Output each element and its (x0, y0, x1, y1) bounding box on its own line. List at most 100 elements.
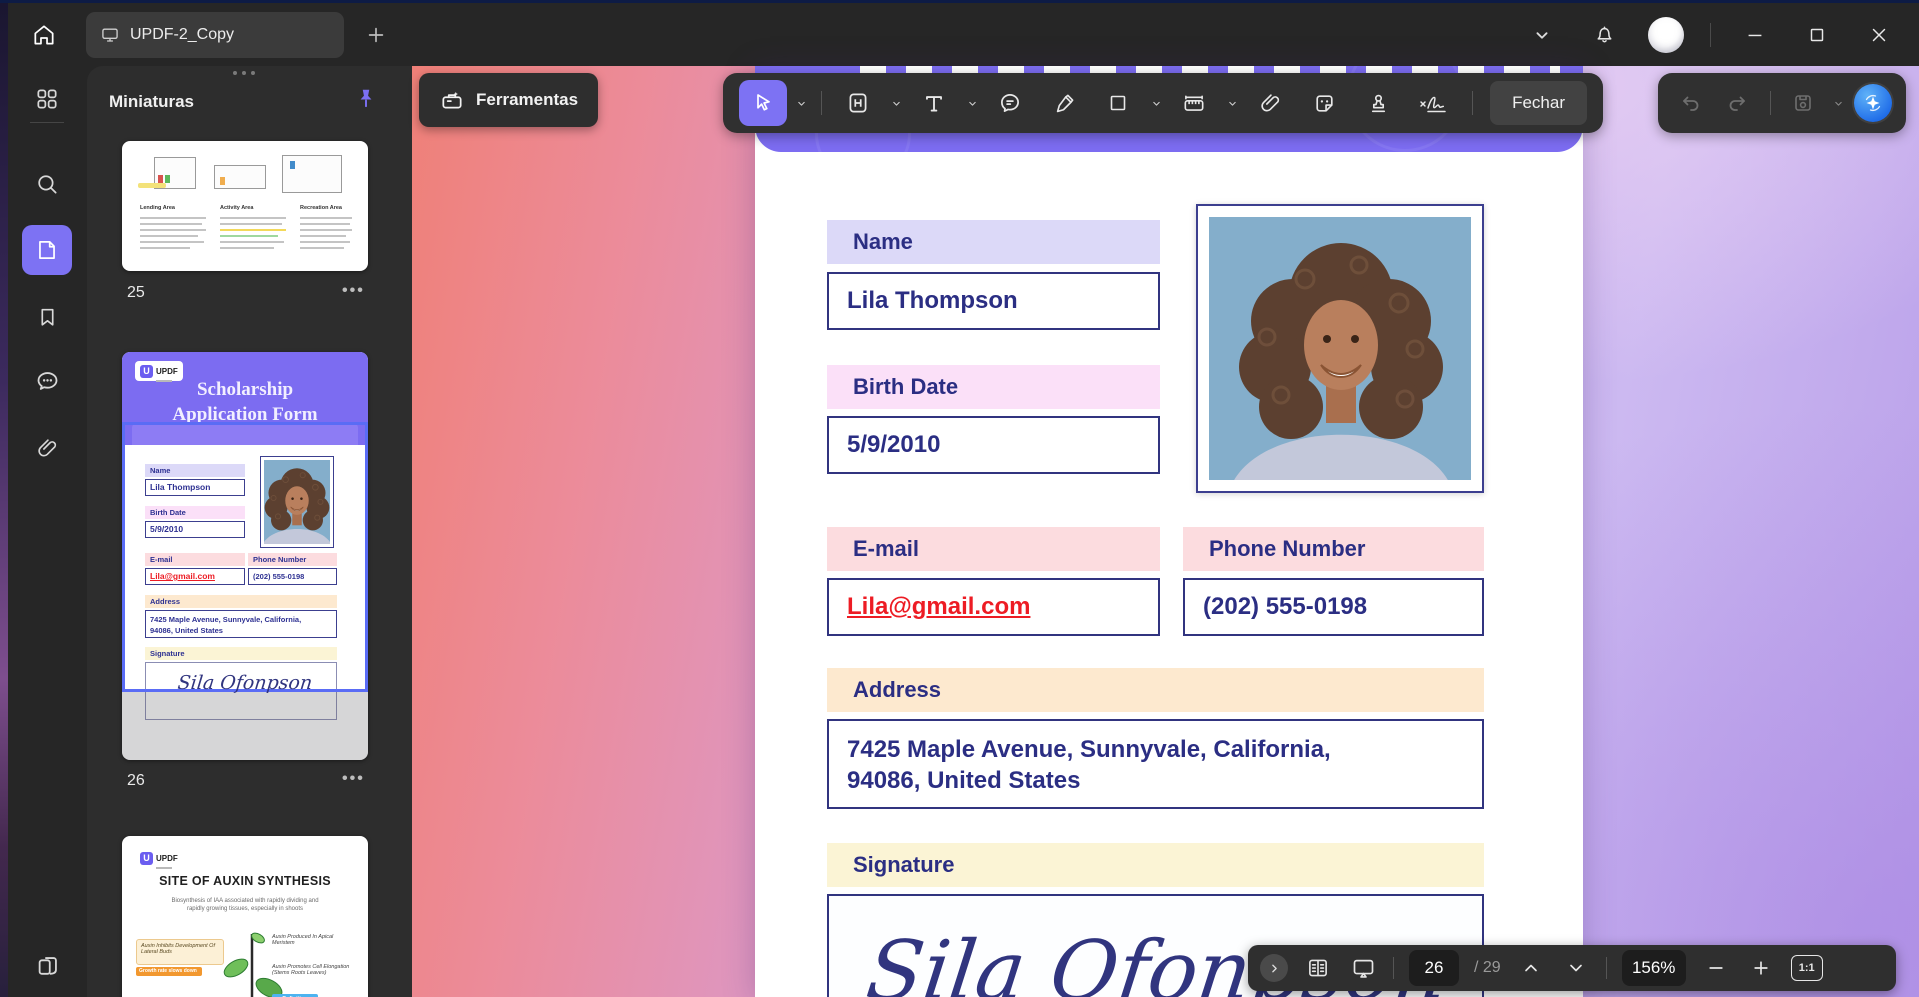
pen-tool-button[interactable] (1040, 80, 1088, 126)
thumb27-subtitle2: rapidly growing tissues, especially in s… (186, 906, 304, 912)
comments-button[interactable] (22, 356, 72, 406)
select-tool-button[interactable] (739, 80, 787, 126)
grid-icon (34, 86, 60, 112)
ai-sparkle-icon (1861, 91, 1885, 115)
signature-field-label: Signature (827, 843, 1484, 887)
birthdate-field-value[interactable]: 5/9/2010 (827, 416, 1160, 474)
user-avatar[interactable] (1648, 16, 1684, 53)
toolbox-icon (439, 87, 465, 113)
bell-icon (1593, 23, 1616, 46)
address-field-value[interactable]: 7425 Maple Avenue, Sunnyvale, California… (827, 719, 1484, 809)
thumb27-right-note2: Auxin Promotes Cell Elongation (Stems Ro… (272, 964, 350, 976)
attachment-tool-button[interactable] (1246, 80, 1294, 126)
pin-panel-button[interactable] (349, 82, 383, 116)
stamp-tool-button[interactable] (1354, 80, 1402, 126)
bookmarks-button[interactable] (22, 292, 72, 342)
thumb25-col2-header: Activity Area (220, 205, 254, 211)
redo-button[interactable] (1718, 84, 1756, 122)
actual-size-button[interactable]: 1:1 (1790, 955, 1823, 981)
panel-drag-handle[interactable] (233, 71, 255, 75)
sticker-icon (1312, 91, 1337, 116)
page-25-menu-button[interactable]: ••• (342, 282, 365, 300)
close-button[interactable] (1861, 17, 1897, 53)
updf-logo: U UPDF (135, 848, 183, 869)
home-icon (31, 22, 57, 48)
sticker-tool-button[interactable] (1300, 80, 1348, 126)
plus-icon (1751, 958, 1771, 978)
save-icon (1791, 91, 1815, 115)
thumb26-viewport-rectangle[interactable] (122, 422, 368, 692)
comment-tool-button[interactable] (986, 80, 1034, 126)
collapse-toolbar-button[interactable] (1524, 17, 1560, 53)
minimize-button[interactable] (1737, 17, 1773, 53)
email-field-value[interactable]: Lila@gmail.com (827, 578, 1160, 636)
thumb27-orange-note: Auxin Inhibits Development Of Lateral Bu… (136, 939, 224, 965)
chevron-down-icon (1531, 24, 1553, 46)
highlight-icon (845, 90, 871, 116)
select-tool-dropdown[interactable] (793, 80, 809, 126)
name-field-label: Name (827, 220, 1160, 264)
history-save-toolbar (1658, 73, 1906, 133)
left-sidebar (8, 66, 87, 997)
thumb25-col1-header: Lending Area (140, 205, 175, 211)
previous-page-button[interactable] (1516, 953, 1546, 983)
page-tools-button[interactable] (22, 941, 72, 991)
rectangle-icon (1106, 91, 1130, 115)
highlight-tool-dropdown[interactable] (888, 80, 904, 126)
thumbnails-panel: Miniaturas Lending Area Activity Area Re… (87, 66, 412, 997)
notifications-button[interactable] (1586, 17, 1622, 53)
zoom-out-button[interactable] (1701, 953, 1731, 983)
text-tool-dropdown[interactable] (964, 80, 980, 126)
attachments-button[interactable] (22, 423, 72, 473)
measure-tool-button[interactable] (1170, 80, 1218, 126)
zoom-level-input[interactable]: 156% (1621, 950, 1686, 986)
apps-grid-button[interactable] (22, 74, 72, 124)
signature-icon (1417, 90, 1451, 116)
ai-assistant-button[interactable] (1854, 84, 1893, 122)
undo-button[interactable] (1672, 84, 1710, 122)
phone-field-value[interactable]: (202) 555-0198 (1183, 578, 1484, 636)
bar-separator (1393, 957, 1394, 979)
shapes-tool-dropdown[interactable] (1148, 80, 1164, 126)
save-button[interactable] (1785, 84, 1823, 122)
pdf-page[interactable]: Name Lila Thompson Birth Date 5/9/2010 E… (755, 66, 1583, 997)
page-number-input[interactable]: 26 (1409, 950, 1459, 986)
applicant-photo[interactable] (1196, 204, 1484, 493)
reading-mode-button[interactable] (1303, 953, 1333, 983)
collapse-bar-button[interactable] (1260, 954, 1288, 982)
chevron-down-icon (1566, 958, 1586, 978)
shapes-tool-button[interactable] (1094, 80, 1142, 126)
minimize-icon (1744, 24, 1766, 46)
pen-icon (1052, 91, 1077, 116)
measure-tool-dropdown[interactable] (1224, 80, 1240, 126)
zoom-in-button[interactable] (1746, 953, 1776, 983)
paperclip-icon (1258, 91, 1283, 116)
thumbnail-page-25[interactable]: Lending Area Activity Area Recreation Ar… (122, 141, 368, 271)
save-dropdown[interactable] (1830, 80, 1846, 126)
new-tab-button[interactable] (358, 17, 394, 53)
close-icon (1868, 24, 1890, 46)
maximize-icon (1806, 24, 1828, 46)
highlight-tool-button[interactable] (834, 80, 882, 126)
next-page-button[interactable] (1561, 953, 1591, 983)
text-tool-button[interactable] (910, 80, 958, 126)
paperclip-icon (35, 436, 60, 461)
thumbnail-page-26-selected[interactable]: U UPDF Scholarship Application Form Name… (122, 352, 368, 760)
presentation-mode-button[interactable] (1348, 953, 1378, 983)
close-toolbar-button[interactable]: Fechar (1490, 81, 1587, 125)
annotation-toolbar: Fechar (723, 73, 1603, 133)
tools-menu-button[interactable]: Ferramentas (419, 73, 599, 127)
home-button[interactable] (22, 13, 66, 57)
updf-app-window: UPDF-2_Copy Miniaturas Lending Area Acti… (0, 0, 1919, 997)
phone-field-label: Phone Number (1183, 527, 1484, 571)
page-26-menu-button[interactable]: ••• (342, 770, 365, 788)
name-field-value[interactable]: Lila Thompson (827, 272, 1160, 330)
maximize-button[interactable] (1799, 17, 1835, 53)
page-25-label: 25 (127, 284, 145, 301)
tools-menu-label: Ferramentas (476, 90, 579, 109)
thumbnail-page-27[interactable]: U UPDF SITE OF AUXIN SYNTHESIS Biosynthe… (122, 836, 368, 997)
document-tab[interactable]: UPDF-2_Copy (86, 11, 344, 58)
thumbnails-panel-button[interactable] (22, 225, 72, 275)
search-button[interactable] (22, 159, 72, 209)
signature-tool-button[interactable] (1408, 80, 1460, 126)
